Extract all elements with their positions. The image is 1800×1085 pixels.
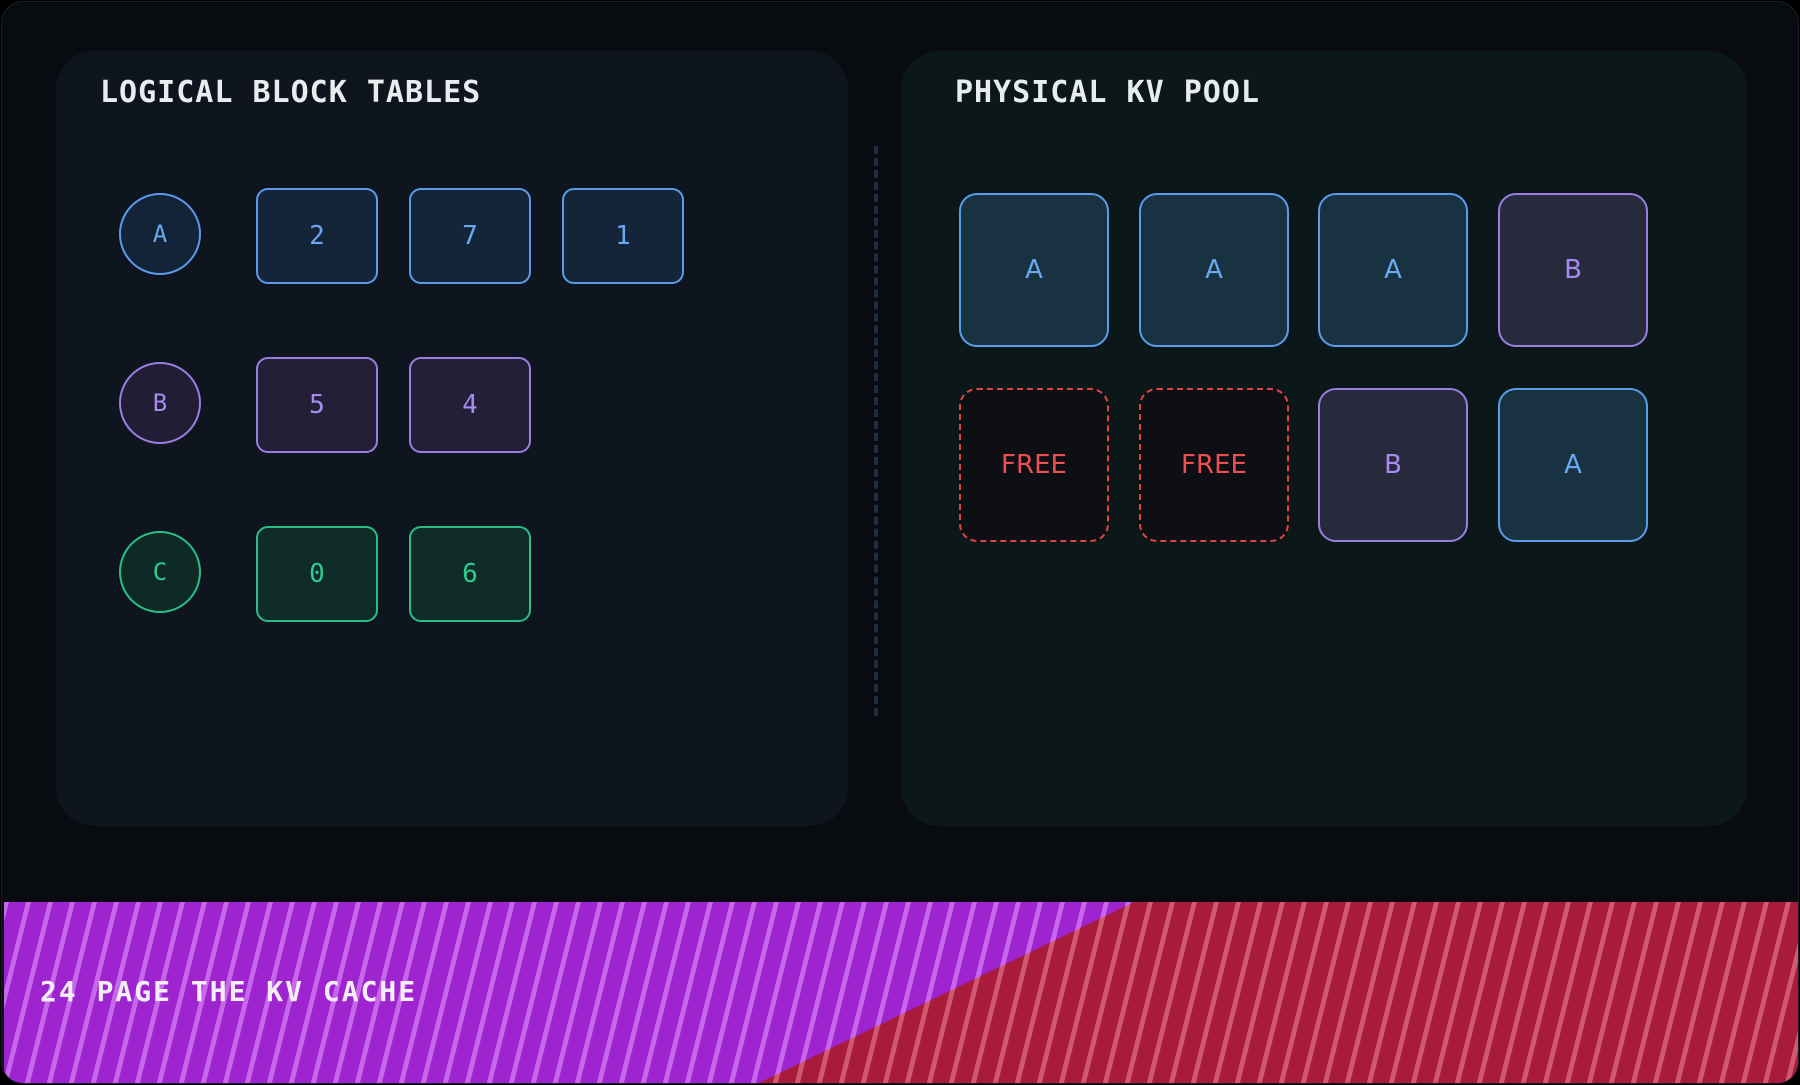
- panel-divider: [874, 146, 878, 716]
- pool-slot-4-free: FREE: [959, 388, 1109, 542]
- pool-slot-2: A: [1318, 193, 1468, 347]
- sequence-a-badge: A: [119, 193, 201, 275]
- pool-slot-0: A: [959, 193, 1109, 347]
- physical-kv-pool-title: PHYSICAL KV POOL: [955, 75, 1260, 110]
- pool-slot-1: A: [1139, 193, 1289, 347]
- logical-block-tables-panel: LOGICAL BLOCK TABLES A 2 7 1 B 5 4 C 0 6: [56, 51, 848, 826]
- footer-title: 24 PAGE THE KV CACHE: [40, 975, 418, 1008]
- footer-banner: 24 PAGE THE KV CACHE: [4, 902, 1798, 1083]
- physical-kv-pool-panel: PHYSICAL KV POOL A A A B FREE FREE B A: [901, 51, 1747, 826]
- sequence-c-badge: C: [119, 531, 201, 613]
- sequence-c-block-1: 6: [409, 526, 531, 622]
- sequence-c-block-0: 0: [256, 526, 378, 622]
- sequence-b-block-1: 4: [409, 357, 531, 453]
- sequence-a-block-2: 1: [562, 188, 684, 284]
- pool-slot-6: B: [1318, 388, 1468, 542]
- pool-slot-7: A: [1498, 388, 1648, 542]
- sequence-b-badge: B: [119, 362, 201, 444]
- logical-block-tables-title: LOGICAL BLOCK TABLES: [100, 75, 482, 110]
- sequence-a-block-1: 7: [409, 188, 531, 284]
- slide-frame: LOGICAL BLOCK TABLES A 2 7 1 B 5 4 C 0 6…: [1, 1, 1799, 1084]
- pool-slot-3: B: [1498, 193, 1648, 347]
- sequence-b-block-0: 5: [256, 357, 378, 453]
- sequence-a-block-0: 2: [256, 188, 378, 284]
- pool-slot-5-free: FREE: [1139, 388, 1289, 542]
